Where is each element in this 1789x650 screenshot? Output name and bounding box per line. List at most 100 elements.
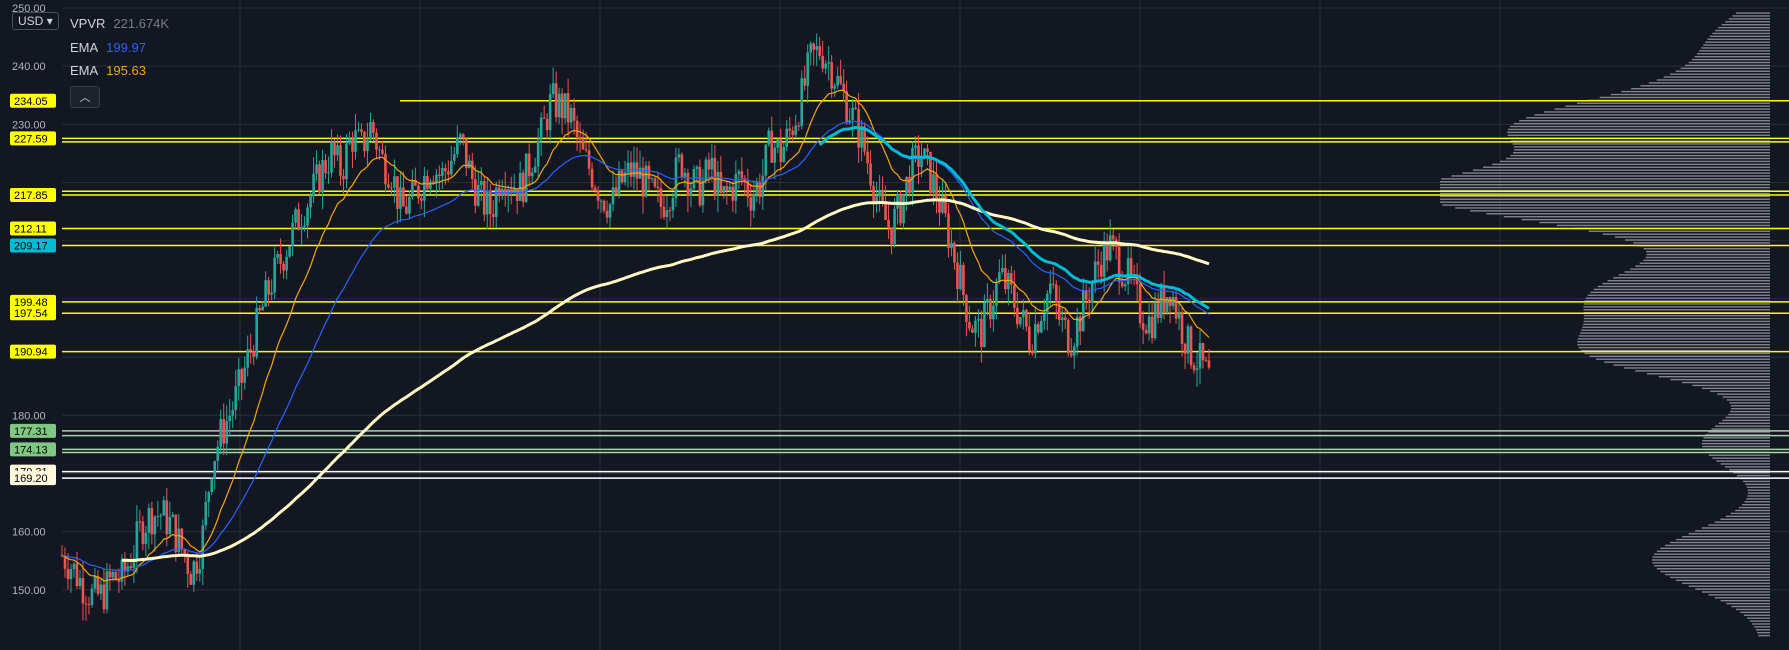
volume-bar — [1512, 143, 1770, 145]
candle-body — [554, 83, 558, 118]
candle-body — [102, 584, 106, 610]
collapse-legend-button[interactable]: ︿ — [70, 86, 100, 108]
legend-row-ema-short[interactable]: EMA 195.63 — [70, 59, 169, 83]
candle-body — [213, 461, 217, 479]
candle-body — [1201, 343, 1205, 361]
volume-bar — [1708, 594, 1770, 596]
volume-bar — [1716, 460, 1770, 462]
volume-bar — [1581, 329, 1770, 331]
price-level-label: 169.20 — [14, 473, 48, 485]
candle-body — [354, 130, 357, 152]
candle-body — [393, 176, 396, 188]
candle-body — [647, 165, 651, 180]
price-level-label: 212.11 — [14, 223, 47, 235]
candle-body — [171, 514, 175, 517]
volume-bar — [1635, 370, 1770, 372]
candle-body — [1051, 283, 1055, 285]
volume-bar — [1654, 565, 1770, 567]
volume-bar — [1440, 181, 1770, 183]
candle-body — [563, 93, 567, 119]
candle-body — [1168, 297, 1172, 307]
candle-body — [668, 210, 672, 212]
candle-body — [375, 132, 378, 150]
volume-bar — [1711, 428, 1770, 430]
candle-body — [1054, 284, 1058, 303]
candle-body — [968, 321, 971, 329]
candle-body — [240, 369, 243, 383]
candle-body — [569, 107, 573, 123]
currency-selector[interactable]: USD ▾ — [12, 12, 59, 30]
legend-row-ema-mid[interactable]: EMA 199.97 — [70, 36, 169, 60]
candle-body — [222, 419, 226, 444]
candle-body — [584, 149, 588, 151]
volume-bar — [1718, 422, 1770, 424]
volume-bar — [1593, 288, 1770, 291]
candle-body — [542, 117, 546, 119]
candle-body — [677, 154, 681, 158]
candle-body — [881, 189, 884, 203]
volume-bar — [1623, 367, 1770, 369]
candle-body — [1147, 316, 1151, 334]
volume-bar — [1745, 483, 1770, 486]
candle-body — [788, 128, 792, 131]
candle-body — [686, 172, 690, 196]
volume-bar — [1583, 320, 1770, 323]
volume-bar — [1544, 111, 1770, 113]
candle-body — [818, 46, 821, 57]
candle-body — [339, 145, 342, 176]
candle-body — [695, 166, 699, 170]
candle-body — [444, 167, 447, 172]
candle-body — [740, 171, 744, 179]
candles — [60, 33, 1211, 621]
volume-bar — [1728, 18, 1770, 20]
candle-body — [869, 163, 872, 186]
candle-body — [764, 144, 768, 176]
volume-bar — [1577, 338, 1770, 340]
candle-body — [530, 172, 534, 177]
candle-body — [692, 169, 696, 189]
volume-bar — [1720, 518, 1770, 520]
candle-body — [1186, 326, 1190, 354]
candle-body — [1081, 290, 1085, 332]
volume-bar — [1577, 341, 1770, 343]
volume-bar — [1440, 184, 1770, 186]
chart-area[interactable]: 150.00 160.00 180.00 230.00 240.00 250.00 234.… — [0, 0, 1789, 650]
candle-body — [1123, 284, 1127, 287]
candle-body — [602, 200, 606, 211]
candle-body — [755, 182, 759, 195]
candle-body — [1001, 267, 1004, 272]
volume-bar — [1701, 591, 1770, 593]
candle-body — [641, 167, 645, 197]
candle-body — [306, 207, 309, 226]
price-chart[interactable]: 150.00160.00180.00230.00240.00250.00234.… — [0, 0, 1789, 650]
candle-body — [836, 76, 839, 86]
volume-bar — [1578, 346, 1770, 349]
volume-bar — [1599, 96, 1770, 99]
candle-body — [420, 198, 423, 201]
candle-body — [1090, 282, 1094, 303]
volume-bar — [1583, 303, 1770, 305]
volume-bar — [1664, 544, 1770, 547]
volume-bar — [1587, 294, 1770, 296]
candle-body — [659, 188, 663, 207]
price-level-label: 197.54 — [14, 308, 48, 320]
candle-body — [527, 153, 531, 177]
candle-body — [429, 181, 432, 189]
candle-body — [590, 168, 594, 188]
ema-lines — [61, 89, 1210, 582]
candle-body — [899, 193, 902, 224]
candle-body — [369, 122, 372, 140]
candle-body — [770, 130, 774, 163]
volume-bar — [1472, 169, 1770, 171]
candle-body — [545, 118, 549, 131]
volume-bar — [1712, 457, 1770, 459]
candle-body — [450, 160, 453, 175]
candle-body — [920, 158, 923, 168]
volume-bar — [1758, 634, 1770, 637]
candle-body — [1141, 323, 1145, 330]
candle-body — [426, 175, 429, 189]
volume-bar — [1635, 265, 1770, 267]
candle-body — [806, 52, 810, 86]
candle-body — [1016, 307, 1019, 325]
legend-row-vpvr[interactable]: VPVR 221.674K — [70, 12, 169, 36]
